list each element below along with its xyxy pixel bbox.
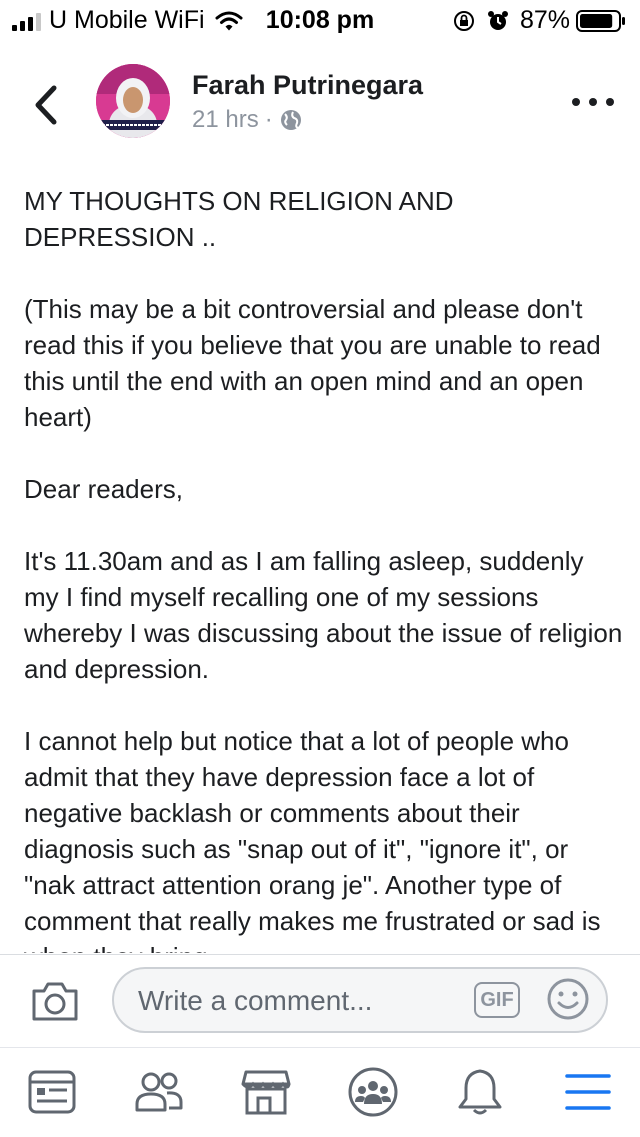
post-paragraph: MY THOUGHTS ON RELIGION AND DEPRESSION .… (24, 186, 454, 252)
alarm-icon (487, 10, 508, 30)
tab-notifications[interactable] (452, 1066, 508, 1118)
comment-bar: Write a comment... GIF (0, 955, 640, 1047)
meta-separator: · (264, 106, 273, 133)
back-button[interactable] (26, 80, 66, 130)
gif-button[interactable]: GIF (474, 982, 520, 1018)
status-right: 87% (452, 6, 626, 35)
comment-placeholder: Write a comment... (138, 985, 373, 1016)
avatar[interactable] (96, 64, 170, 138)
author-name[interactable]: Farah Putrinegara (192, 70, 423, 101)
battery-percent: 87% (519, 6, 570, 34)
tab-marketplace[interactable] (238, 1066, 294, 1118)
tab-friends[interactable] (131, 1066, 187, 1118)
post-paragraph: Dear readers, (24, 474, 183, 504)
groups-icon (348, 1067, 398, 1117)
notifications-icon (458, 1069, 502, 1115)
marketplace-icon (241, 1070, 291, 1115)
post-body: MY THOUGHTS ON RELIGION AND DEPRESSION .… (24, 183, 624, 953)
menu-icon (565, 1074, 611, 1110)
avatar-photo (96, 64, 170, 138)
friends-icon (135, 1072, 183, 1112)
news-feed-icon (28, 1070, 76, 1114)
battery-icon (576, 9, 625, 32)
tab-groups[interactable] (345, 1066, 401, 1118)
tab-bar (0, 1047, 640, 1137)
more-options-button[interactable] (572, 92, 614, 112)
tab-news-feed[interactable] (24, 1066, 80, 1118)
globe-icon (280, 110, 301, 130)
post-header: Farah Putrinegara 21 hrs · (0, 58, 640, 158)
post-paragraph: (This may be a bit controversial and ple… (24, 294, 601, 432)
rotation-lock-icon (453, 10, 474, 31)
post-time[interactable]: 21 hrs (192, 106, 259, 134)
post-paragraph: I cannot help but notice that a lot of p… (24, 726, 601, 953)
comment-input[interactable]: Write a comment... GIF (112, 967, 608, 1033)
emoji-icon[interactable] (546, 977, 590, 1021)
post-paragraph: It's 11.30am and as I am falling asleep,… (24, 546, 623, 684)
status-bar: U Mobile WiFi 10:08 pm 87% (0, 0, 640, 40)
tab-menu[interactable] (560, 1066, 616, 1118)
camera-icon[interactable] (30, 979, 80, 1023)
post-meta: 21 hrs · (192, 106, 303, 134)
